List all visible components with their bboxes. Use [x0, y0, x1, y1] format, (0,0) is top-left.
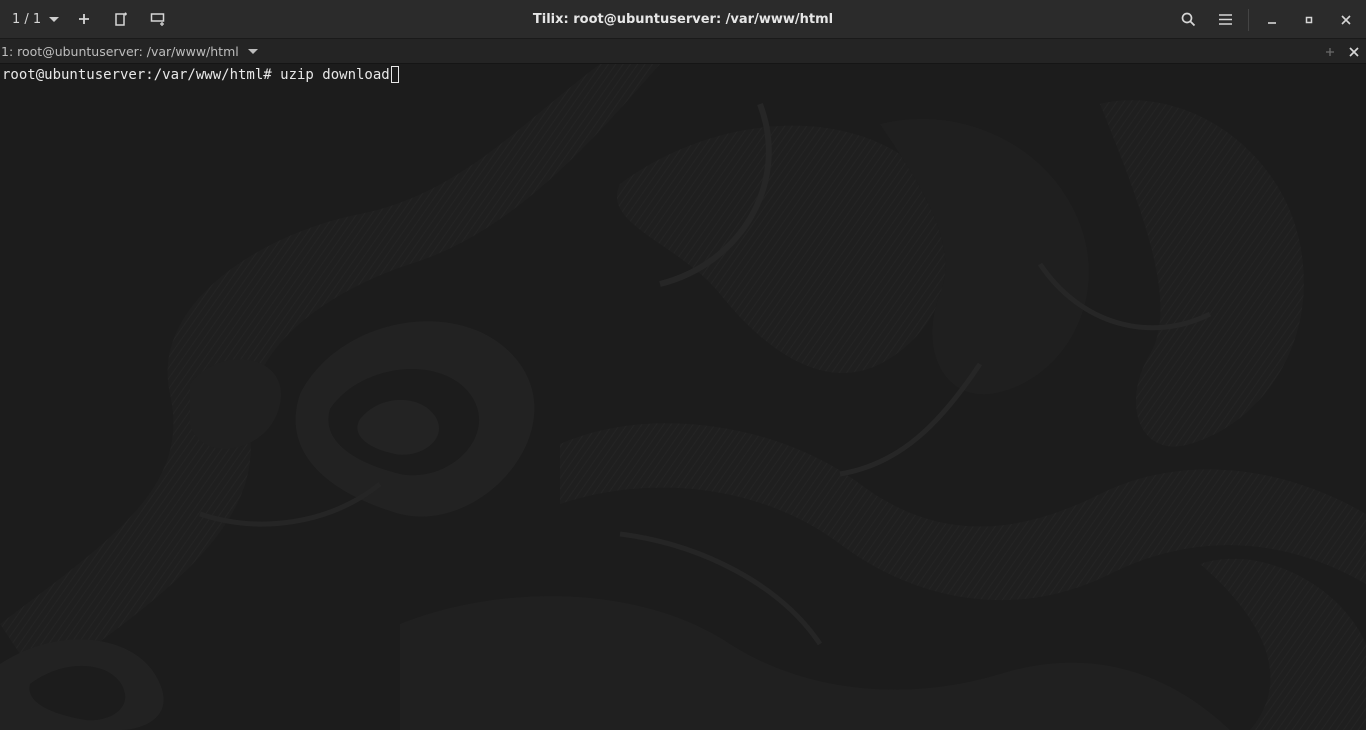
- terminal-prompt-line: root@ubuntuserver:/var/www/html# uzip do…: [2, 66, 399, 84]
- close-icon: [1340, 14, 1351, 25]
- add-terminal-right-button[interactable]: [102, 0, 139, 39]
- terminal-background-art: [0, 64, 1366, 730]
- minimize-icon: [1267, 21, 1276, 24]
- terminal-command: uzip download: [271, 67, 390, 83]
- terminal-cursor: [390, 66, 399, 83]
- add-terminal-down-button[interactable]: [139, 0, 176, 39]
- minimize-button[interactable]: [1253, 0, 1290, 39]
- session-switcher[interactable]: 1 / 1: [0, 0, 65, 38]
- header-right-controls: [1170, 0, 1366, 39]
- search-icon: [1181, 12, 1196, 27]
- terminal-title-bar: 1: root@ubuntuserver: /var/www/html: [0, 39, 1366, 64]
- maximize-button[interactable]: [1290, 0, 1327, 39]
- search-button[interactable]: [1170, 0, 1207, 39]
- hamburger-menu-icon: [1219, 14, 1232, 25]
- tilix-window: 1 / 1 Tilix: root@ubuntuserver: /var/www…: [0, 0, 1366, 730]
- split-down-icon: [150, 13, 164, 26]
- terminal-area[interactable]: root@ubuntuserver:/var/www/html# uzip do…: [0, 64, 1366, 730]
- chevron-down-icon: [247, 48, 258, 54]
- plus-icon: [78, 14, 89, 24]
- close-button[interactable]: [1327, 0, 1364, 39]
- close-icon: [1349, 46, 1359, 57]
- terminal-title-menu[interactable]: 1: root@ubuntuserver: /var/www/html: [0, 44, 258, 59]
- plus-icon: [1326, 47, 1334, 56]
- maximize-icon: [1305, 16, 1312, 23]
- add-terminal-button[interactable]: [65, 0, 102, 39]
- session-indicator: 1 / 1: [12, 11, 42, 27]
- maximize-terminal-button[interactable]: [1318, 39, 1342, 64]
- header-left-controls: 1 / 1: [0, 0, 176, 38]
- terminal-scrollbar[interactable]: [1358, 64, 1366, 730]
- window-title: Tilix: root@ubuntuserver: /var/www/html: [532, 12, 834, 27]
- header-separator: [1248, 8, 1249, 31]
- terminal-actions: [1318, 39, 1366, 64]
- terminal-prompt: root@ubuntuserver:/var/www/html#: [2, 67, 272, 83]
- header-bar: 1 / 1 Tilix: root@ubuntuserver: /var/www…: [0, 0, 1366, 39]
- menu-button[interactable]: [1207, 0, 1244, 39]
- split-right-icon: [114, 12, 127, 26]
- close-terminal-button[interactable]: [1342, 39, 1366, 64]
- chevron-down-icon: [49, 16, 60, 22]
- terminal-title: 1: root@ubuntuserver: /var/www/html: [1, 43, 239, 59]
